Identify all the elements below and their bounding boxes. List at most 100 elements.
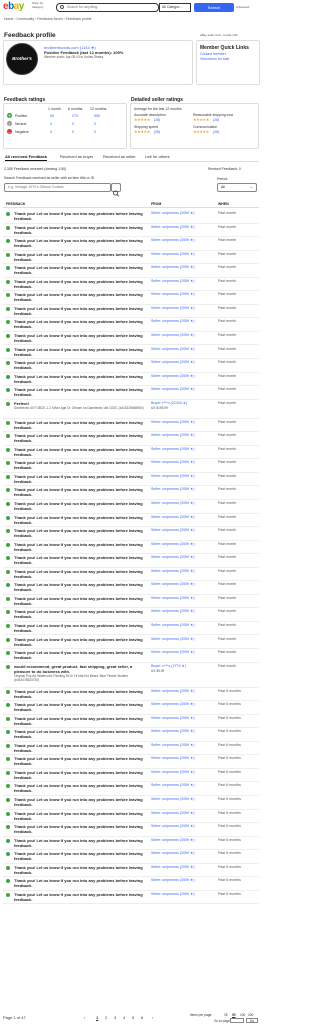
feedback-from-link[interactable]: Seller: unipromos (2059 ★) — [151, 623, 195, 628]
feedback-from-link[interactable]: Seller: unipromos (2059 ★) — [151, 729, 195, 734]
feedback-from-link[interactable]: Seller: unipromos (2059 ★) — [151, 515, 195, 520]
feedback-from-link[interactable]: Seller: unipromos (2059 ★) — [151, 252, 195, 257]
feedback-from-link[interactable]: Seller: unipromos (2059 ★) — [151, 689, 195, 694]
page-link[interactable]: 1 — [96, 1015, 98, 1020]
go-button[interactable]: Go — [246, 1018, 258, 1023]
shop-by-category[interactable]: Shop by category — [32, 1, 54, 9]
feedback-search-input[interactable]: e.g. Vintage 1970's Gibson Guitars — [4, 183, 111, 192]
feedback-from-link[interactable]: Seller: unipromos (2059 ★) — [151, 360, 195, 365]
feedback-when: Past month — [218, 400, 237, 405]
view-items-link[interactable]: View items for sale — [200, 57, 229, 61]
feedback-from-link[interactable]: Seller: unipromos (2059 ★) — [151, 347, 195, 352]
tab-received-as-buyer[interactable]: Received as buyer — [60, 154, 93, 159]
page-link[interactable]: 6 — [141, 1015, 143, 1020]
page-size-option[interactable]: 100 — [240, 1013, 245, 1017]
feedback-text: Thank you! Let us know if you run into a… — [14, 824, 143, 835]
page-link[interactable]: 2 — [105, 1015, 107, 1020]
feedback-from-link[interactable]: Seller: unipromos (2059 ★) — [151, 542, 195, 547]
feedback-from-link[interactable]: Seller: unipromos (2059 ★) — [151, 279, 195, 284]
feedback-from-link[interactable]: Seller: unipromos (2059 ★) — [151, 460, 195, 465]
search-input[interactable]: Search for anything — [56, 3, 159, 12]
feedback-from-link[interactable]: Seller: unipromos (2059 ★) — [151, 474, 195, 479]
table-row: Thank you! Let us know if you run into a… — [3, 701, 259, 715]
feedback-text: Thank you! Let us know if you run into a… — [14, 650, 143, 661]
table-row: Thank you! Let us know if you run into a… — [3, 210, 259, 224]
feedback-from-link[interactable]: Buyer: t***n (22434 ★) — [151, 401, 187, 406]
rating-count[interactable]: 0 — [50, 122, 52, 126]
tab-all-received[interactable]: All received Feedback — [5, 154, 48, 161]
tab-received-as-seller[interactable]: Received as seller — [103, 154, 136, 159]
rating-count[interactable]: 0 — [50, 130, 52, 134]
item-link[interactable]: Danelectro 40? DBCE-1-2 Silver Age Dr. D… — [14, 406, 149, 410]
breadcrumb[interactable]: Home › Community › Feedback forum › Feed… — [4, 17, 92, 21]
rating-count[interactable]: 0 — [94, 122, 96, 126]
feedback-when: Past month — [218, 514, 237, 519]
table-row: Thank you! Let us know if you run into a… — [3, 608, 259, 622]
feedback-from-link[interactable]: Seller: unipromos (2059 ★) — [151, 878, 195, 883]
feedback-from-link[interactable]: Seller: unipromos (2059 ★) — [151, 811, 195, 816]
feedback-from-link[interactable]: Seller: unipromos (2059 ★) — [151, 447, 195, 452]
feedback-from-link[interactable]: Seller: unipromos (2059 ★) — [151, 319, 195, 324]
feedback-from-link[interactable]: Seller: unipromos (2059 ★) — [151, 225, 195, 230]
rating-count[interactable]: 0 — [94, 130, 96, 134]
feedback-from-link[interactable]: Seller: unipromos (2059 ★) — [151, 555, 195, 560]
feedback-from-link[interactable]: Seller: unipromos (2059 ★) — [151, 824, 195, 829]
rating-count[interactable]: 555 — [94, 114, 100, 118]
feedback-from-link[interactable]: Seller: unipromos (2059 ★) — [151, 756, 195, 761]
item-link[interactable]: Original Pop Art Watercolor Painting 9x1… — [14, 674, 149, 682]
feedback-from-link[interactable]: Seller: unipromos (2059 ★) — [151, 582, 195, 587]
page-link[interactable]: 5 — [132, 1015, 134, 1020]
prev-page-icon[interactable]: ‹ — [84, 1015, 85, 1020]
page-size-option[interactable]: 200 — [248, 1013, 253, 1017]
feedback-from-link[interactable]: Seller: unipromos (2059 ★) — [151, 851, 195, 856]
feedback-from-link[interactable]: Seller: unipromos (2059 ★) — [151, 609, 195, 614]
feedback-from-link[interactable]: Seller: unipromos (2059 ★) — [151, 501, 195, 506]
feedback-from-link[interactable]: Seller: unipromos (2059 ★) — [151, 528, 195, 533]
feedback-from-link[interactable]: Seller: unipromos (2059 ★) — [151, 211, 195, 216]
feedback-from-link[interactable]: Seller: unipromos (2059 ★) — [151, 637, 195, 642]
search-button[interactable]: Search — [194, 3, 234, 12]
feedback-from-link[interactable]: Seller: unipromos (2059 ★) — [151, 770, 195, 775]
category-select[interactable]: All Categor... — [159, 3, 191, 12]
feedback-from-link[interactable]: Seller: unipromos (2059 ★) — [151, 838, 195, 843]
page-link[interactable]: 3 — [114, 1015, 116, 1020]
feedback-from-link[interactable]: Seller: unipromos (2059 ★) — [151, 420, 195, 425]
feedback-from-link[interactable]: Seller: unipromos (2059 ★) — [151, 374, 195, 379]
period-select[interactable]: All ⌄ — [217, 183, 257, 192]
feedback-from-link[interactable]: Seller: unipromos (2059 ★) — [151, 865, 195, 870]
feedback-from-link[interactable]: Seller: unipromos (2059 ★) — [151, 433, 195, 438]
page-size-option[interactable]: 25 — [224, 1013, 228, 1017]
feedback-from-link[interactable]: Seller: unipromos (2059 ★) — [151, 387, 195, 392]
feedback-from-link[interactable]: Seller: unipromos (2059 ★) — [151, 333, 195, 338]
feedback-from-link[interactable]: Seller: unipromos (2059 ★) — [151, 702, 195, 707]
feedback-from-link[interactable]: Seller: unipromos (2059 ★) — [151, 650, 195, 655]
contact-member-link[interactable]: Contact member — [200, 52, 226, 56]
feedback-from-link[interactable]: Seller: unipromos (2059 ★) — [151, 306, 195, 311]
rating-count[interactable]: 50 — [50, 114, 54, 118]
ebay-logo[interactable]: ebay — [3, 1, 24, 12]
tab-left-for-others[interactable]: Left for others — [145, 154, 170, 159]
feedback-search-button[interactable] — [111, 183, 121, 197]
go-to-page-input[interactable] — [230, 1018, 244, 1023]
rating-count[interactable]: 0 — [72, 130, 74, 134]
feedback-from-link[interactable]: Buyer: u***s (2774 ★) — [151, 664, 186, 669]
feedback-from-link[interactable]: Seller: unipromos (2059 ★) — [151, 783, 195, 788]
feedback-from-link[interactable]: Seller: unipromos (2059 ★) — [151, 487, 195, 492]
advanced-search-link[interactable]: Advanced — [236, 5, 249, 9]
rating-count[interactable]: 274 — [72, 114, 78, 118]
feedback-from-link[interactable]: Seller: unipromos (2059 ★) — [151, 892, 195, 897]
feedback-from-link[interactable]: Seller: unipromos (2059 ★) — [151, 292, 195, 297]
seller-hub-links[interactable]: eBay seller hub • Guide (18) — [200, 33, 238, 37]
feedback-from-link[interactable]: Seller: unipromos (2059 ★) — [151, 238, 195, 243]
feedback-from-link[interactable]: Seller: unipromos (2059 ★) — [151, 797, 195, 802]
rating-count[interactable]: 0 — [72, 122, 74, 126]
page-size-option[interactable]: 50 — [232, 1013, 236, 1017]
feedback-from-link[interactable]: Seller: unipromos (2059 ★) — [151, 265, 195, 270]
page-link[interactable]: 4 — [123, 1015, 125, 1020]
feedback-from-link[interactable]: Seller: unipromos (2059 ★) — [151, 743, 195, 748]
feedback-from-link[interactable]: Seller: unipromos (2059 ★) — [151, 569, 195, 574]
next-page-icon[interactable]: › — [152, 1015, 153, 1020]
feedback-from-link[interactable]: Seller: unipromos (2059 ★) — [151, 716, 195, 721]
feedback-text: Thank you! Let us know if you run into a… — [14, 756, 143, 767]
feedback-from-link[interactable]: Seller: unipromos (2059 ★) — [151, 596, 195, 601]
